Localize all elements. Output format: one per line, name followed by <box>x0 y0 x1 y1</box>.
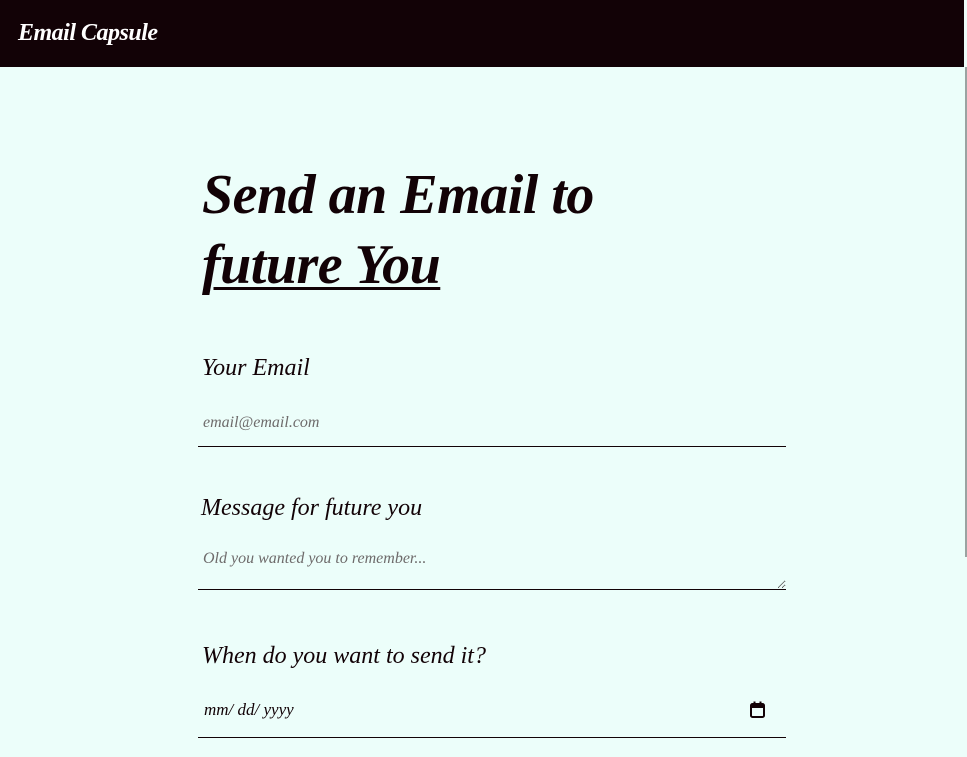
email-field[interactable] <box>198 400 786 447</box>
main-content: Send an Email to future You Your Email M… <box>198 160 786 738</box>
email-label: Your Email <box>202 355 310 381</box>
send-date-label: When do you want to send it? <box>202 643 486 669</box>
calendar-icon[interactable] <box>750 701 765 718</box>
brand-link[interactable]: Email Capsule <box>18 20 158 47</box>
message-field[interactable] <box>198 542 786 590</box>
page-title: Send an Email to future You <box>198 160 786 300</box>
navbar: Email Capsule <box>0 0 964 67</box>
send-date-field[interactable]: mm/ dd/ yyyy <box>198 690 786 738</box>
send-date-placeholder[interactable]: mm/ dd/ yyyy <box>204 700 294 720</box>
message-label: Message for future you <box>201 495 423 521</box>
page-title-line-1: Send an Email to <box>202 164 594 226</box>
page-title-line-2: future You <box>202 234 441 296</box>
